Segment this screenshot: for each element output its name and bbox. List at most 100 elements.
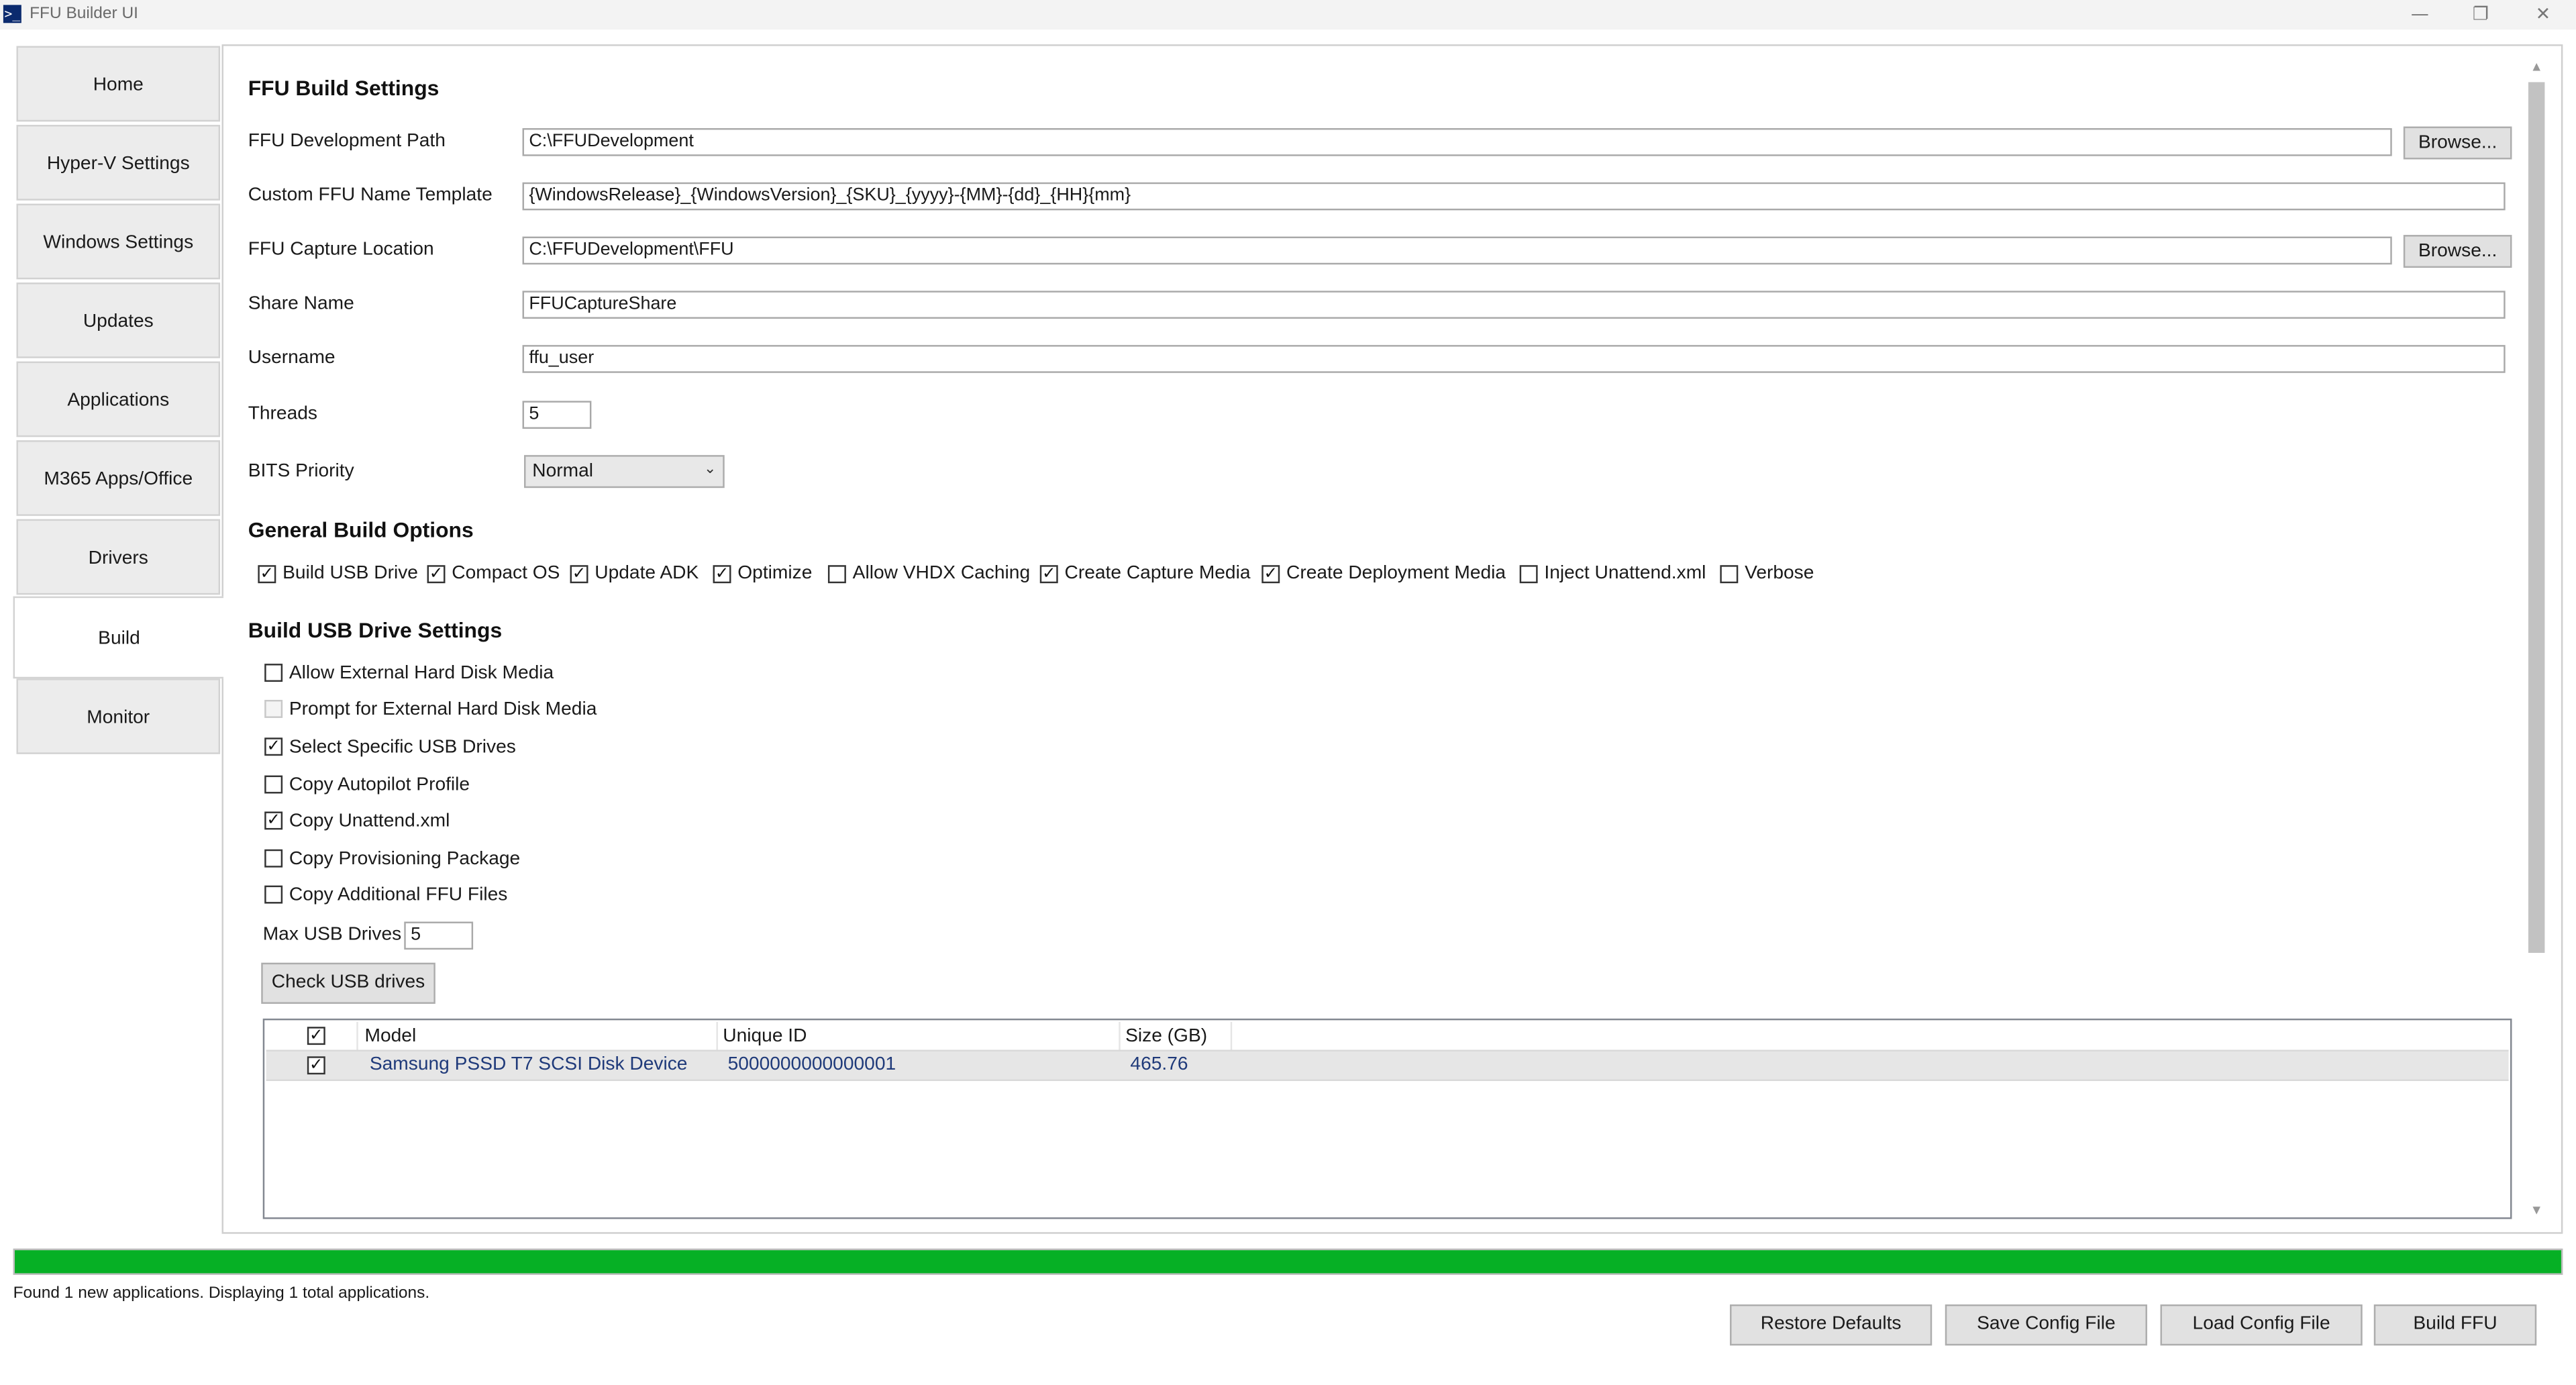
- tab-drivers[interactable]: Drivers: [16, 519, 221, 595]
- capture-location-label: FFU Capture Location: [248, 240, 434, 260]
- tab-build[interactable]: Build: [13, 596, 223, 679]
- max-usb-drives-input[interactable]: 5: [404, 921, 474, 950]
- scroll-down-icon[interactable]: ▼: [2525, 1202, 2548, 1222]
- tab-label: Applications: [67, 391, 170, 411]
- threads-input[interactable]: 5: [522, 401, 592, 429]
- tab-updates[interactable]: Updates: [16, 283, 221, 358]
- chevron-down-icon: ⌄: [703, 460, 717, 477]
- create-deployment-media-label: Create Deployment Media: [1286, 563, 1506, 584]
- build-usb-drive-checkbox[interactable]: ✓: [258, 565, 276, 584]
- select-specific-usb-checkbox[interactable]: ✓: [264, 737, 283, 756]
- save-config-button[interactable]: Save Config File: [1945, 1304, 2147, 1346]
- cell-model: Samsung PSSD T7 SCSI Disk Device: [369, 1054, 688, 1075]
- progress-fill: [15, 1250, 2561, 1274]
- column-header-model[interactable]: Model: [365, 1022, 417, 1051]
- copy-unattend-label: Copy Unattend.xml: [289, 811, 450, 831]
- name-template-label: Custom FFU Name Template: [248, 185, 493, 206]
- close-icon[interactable]: ✕: [2514, 0, 2573, 30]
- load-config-button[interactable]: Load Config File: [2160, 1304, 2363, 1346]
- powershell-icon: >_: [3, 5, 21, 23]
- minimize-icon[interactable]: —: [2390, 0, 2449, 30]
- dev-path-browse-button[interactable]: Browse...: [2403, 126, 2512, 160]
- cell-unique-id: 5000000000000001: [727, 1054, 896, 1075]
- allow-external-hdd-checkbox[interactable]: [264, 664, 283, 682]
- select-all-checkbox[interactable]: ✓: [307, 1027, 325, 1045]
- tab-hyperv-settings[interactable]: Hyper-V Settings: [16, 125, 221, 201]
- progress-bar: [13, 1248, 2563, 1275]
- prompt-external-hdd-checkbox[interactable]: [264, 699, 283, 718]
- max-usb-drives-label: Max USB Drives: [262, 925, 402, 945]
- username-input[interactable]: ffu_user: [522, 345, 2506, 373]
- verbose-label: Verbose: [1745, 563, 1814, 584]
- bits-priority-dropdown[interactable]: Normal ⌄: [524, 455, 725, 489]
- restore-icon[interactable]: ❐: [2451, 0, 2510, 30]
- compact-os-checkbox[interactable]: ✓: [427, 565, 446, 584]
- dev-path-label: FFU Development Path: [248, 131, 446, 152]
- create-deployment-media-checkbox[interactable]: ✓: [1261, 565, 1280, 584]
- bits-priority-label: BITS Priority: [248, 461, 354, 482]
- tab-label: Updates: [83, 312, 154, 332]
- threads-label: Threads: [248, 404, 317, 424]
- tab-label: Home: [93, 75, 144, 96]
- username-label: Username: [248, 348, 336, 368]
- check-usb-drives-button[interactable]: Check USB drives: [261, 962, 435, 1004]
- tab-m365-apps-office[interactable]: M365 Apps/Office: [16, 440, 221, 516]
- share-name-input[interactable]: FFUCaptureShare: [522, 291, 2506, 319]
- copy-unattend-checkbox[interactable]: ✓: [264, 811, 283, 830]
- tab-label: Hyper-V Settings: [46, 154, 190, 174]
- verbose-checkbox[interactable]: [1720, 565, 1739, 584]
- name-template-input[interactable]: {WindowsRelease}_{WindowsVersion}_{SKU}_…: [522, 182, 2506, 211]
- restore-defaults-button[interactable]: Restore Defaults: [1730, 1304, 1933, 1346]
- tab-label: Drivers: [88, 548, 148, 569]
- tab-windows-settings[interactable]: Windows Settings: [16, 203, 221, 280]
- tab-home[interactable]: Home: [16, 46, 221, 122]
- tab-label: Monitor: [87, 708, 150, 728]
- status-text: Found 1 new applications. Displaying 1 t…: [13, 1284, 430, 1303]
- copy-additional-ffu-checkbox[interactable]: [264, 885, 283, 904]
- column-header-size[interactable]: Size (GB): [1125, 1022, 1207, 1051]
- create-capture-media-checkbox[interactable]: ✓: [1039, 565, 1058, 584]
- column-separator: [1230, 1021, 1233, 1050]
- vertical-scrollbar[interactable]: ▲ ▼: [2525, 59, 2548, 1222]
- optimize-checkbox[interactable]: ✓: [713, 565, 731, 584]
- window-title: FFU Builder UI: [30, 5, 138, 23]
- tab-label: M365 Apps/Office: [44, 470, 193, 490]
- copy-autopilot-label: Copy Autopilot Profile: [289, 775, 470, 795]
- capture-location-input[interactable]: C:\FFUDevelopment\FFU: [522, 236, 2392, 265]
- prompt-external-hdd-label: Prompt for External Hard Disk Media: [289, 699, 597, 720]
- tab-monitor[interactable]: Monitor: [16, 678, 221, 754]
- copy-provisioning-label: Copy Provisioning Package: [289, 849, 521, 870]
- usb-drives-table[interactable]: ✓ Model Unique ID Size (GB) ✓ Samsung PS…: [262, 1018, 2512, 1219]
- build-ffu-button[interactable]: Build FFU: [2373, 1304, 2537, 1346]
- copy-additional-ffu-label: Copy Additional FFU Files: [289, 885, 508, 906]
- allow-external-hdd-label: Allow External Hard Disk Media: [289, 664, 554, 684]
- column-separator: [356, 1021, 358, 1050]
- scroll-up-icon[interactable]: ▲: [2525, 59, 2548, 79]
- capture-location-browse-button[interactable]: Browse...: [2403, 235, 2512, 268]
- optimize-label: Optimize: [737, 563, 813, 584]
- compact-os-label: Compact OS: [452, 563, 560, 584]
- table-row[interactable]: ✓ Samsung PSSD T7 SCSI Disk Device 50000…: [266, 1049, 2509, 1081]
- scrollbar-thumb[interactable]: [2528, 82, 2545, 954]
- update-adk-checkbox[interactable]: ✓: [570, 565, 588, 584]
- row-checkbox[interactable]: ✓: [307, 1056, 325, 1075]
- dev-path-input[interactable]: C:\FFUDevelopment: [522, 127, 2392, 156]
- copy-autopilot-checkbox[interactable]: [264, 775, 283, 794]
- tab-label: Windows Settings: [43, 233, 194, 254]
- allow-vhdx-caching-checkbox[interactable]: [827, 565, 846, 584]
- usb-settings-heading: Build USB Drive Settings: [248, 617, 503, 643]
- tab-label: Build: [98, 629, 140, 650]
- cell-size: 465.76: [1130, 1054, 1188, 1075]
- allow-vhdx-caching-label: Allow VHDX Caching: [852, 563, 1031, 584]
- column-header-unique-id[interactable]: Unique ID: [723, 1022, 807, 1051]
- build-usb-drive-label: Build USB Drive: [282, 563, 418, 584]
- update-adk-label: Update ADK: [595, 563, 699, 584]
- column-separator: [1119, 1021, 1121, 1050]
- inject-unattend-checkbox[interactable]: [1519, 565, 1538, 584]
- copy-provisioning-checkbox[interactable]: [264, 849, 283, 868]
- tab-applications[interactable]: Applications: [16, 361, 221, 438]
- bits-priority-value: Normal: [532, 461, 593, 482]
- inject-unattend-label: Inject Unattend.xml: [1544, 563, 1706, 584]
- general-options-heading: General Build Options: [248, 517, 474, 542]
- column-separator: [716, 1021, 718, 1050]
